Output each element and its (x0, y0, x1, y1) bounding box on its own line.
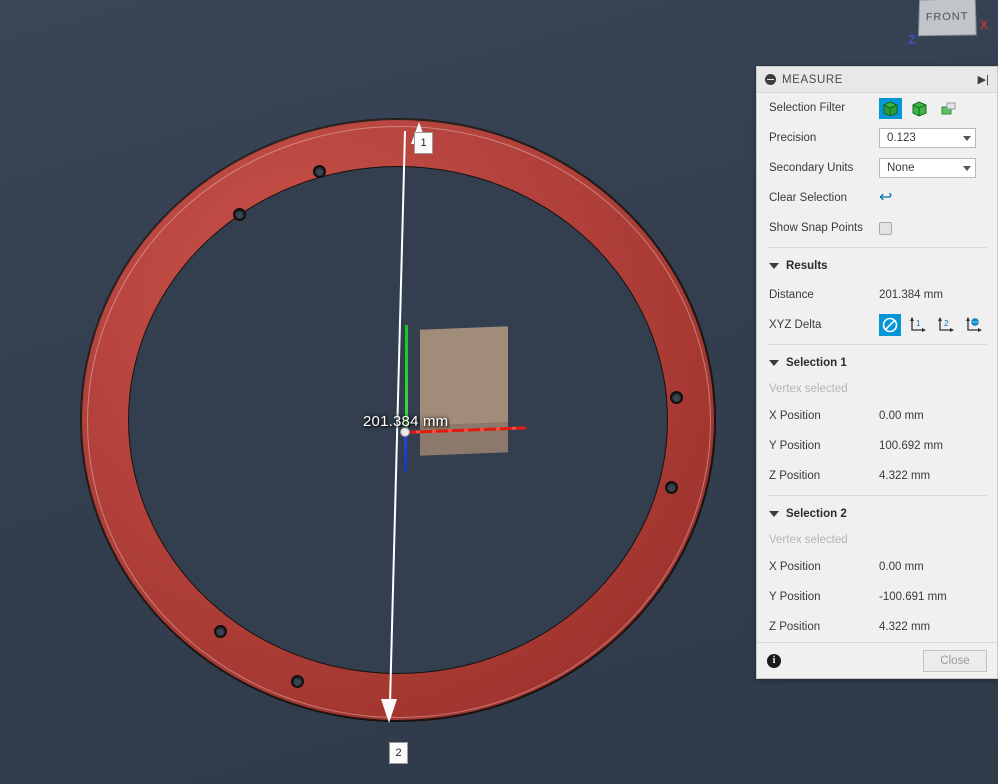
delta-none-icon[interactable] (879, 314, 901, 336)
select-face-filter-icon[interactable] (908, 98, 931, 119)
clear-selection-label: Clear Selection (769, 192, 879, 204)
distance-value: 201.384 mm (879, 289, 943, 301)
bolt-hole[interactable] (665, 481, 678, 494)
selection-2-x-value: 0.00 mm (879, 561, 924, 573)
chevron-down-icon (963, 136, 971, 141)
selection-1-note: Vertex selected (757, 377, 997, 401)
selection-2-section-header[interactable]: Selection 2 (757, 500, 997, 528)
selection-2-x-label: X Position (769, 561, 879, 573)
selection-2-z-label: Z Position (769, 621, 879, 633)
application-window: 1 2 201.384 mm FRONT Z X MEASURE ▶| Sele… (0, 0, 998, 784)
selection-2-section-title: Selection 2 (786, 508, 847, 520)
selection-2-y-label: Y Position (769, 591, 879, 603)
table-row: Y Position 100.692 mm (757, 431, 997, 461)
delta-selection-2-icon[interactable]: 2 (935, 314, 957, 336)
secondary-units-label: Secondary Units (769, 162, 879, 174)
pin-icon[interactable]: ▶| (978, 73, 989, 86)
collapse-icon[interactable] (765, 74, 776, 85)
info-icon[interactable]: i (767, 654, 781, 668)
measurement-marker-1[interactable]: 1 (414, 132, 433, 154)
delta-selection-1-icon[interactable]: 1 (907, 314, 929, 336)
distance-label: Distance (769, 289, 879, 301)
secondary-units-dropdown[interactable]: None (879, 158, 976, 178)
origin-plane-front[interactable] (420, 326, 508, 425)
chevron-down-icon (769, 511, 779, 517)
measure-dialog-body: Selection Filter (757, 93, 997, 642)
divider (767, 344, 987, 345)
bolt-hole[interactable] (313, 165, 326, 178)
table-row: X Position 0.00 mm (757, 552, 997, 582)
show-snap-points-row: Show Snap Points (757, 213, 997, 243)
show-snap-points-checkbox[interactable] (879, 222, 892, 235)
svg-text:2: 2 (944, 319, 949, 328)
undo-arrow-icon[interactable]: ↩ (879, 190, 892, 206)
selection-filter-controls (879, 98, 960, 119)
measure-dialog-title: MEASURE (782, 74, 978, 86)
measure-dialog-footer: i Close (757, 642, 997, 678)
bolt-hole[interactable] (214, 625, 227, 638)
select-body-filter-icon[interactable] (879, 98, 902, 119)
chevron-down-icon (963, 166, 971, 171)
selection-1-y-label: Y Position (769, 440, 879, 452)
distance-row: Distance 201.384 mm (757, 280, 997, 310)
bolt-hole[interactable] (291, 675, 304, 688)
xyz-delta-row: XYZ Delta 1 (757, 310, 997, 340)
selection-filter-label: Selection Filter (769, 102, 879, 114)
view-cube-face-label: FRONT (926, 11, 969, 24)
table-row: Z Position 4.322 mm (757, 461, 997, 491)
selection-1-z-label: Z Position (769, 470, 879, 482)
table-row: X Position 0.00 mm (757, 401, 997, 431)
svg-text:1: 1 (916, 319, 921, 328)
selection-1-y-value: 100.692 mm (879, 440, 943, 452)
xyz-delta-label: XYZ Delta (769, 319, 879, 331)
measure-dialog-header[interactable]: MEASURE ▶| (757, 67, 997, 93)
selection-filter-row: Selection Filter (757, 93, 997, 123)
precision-value: 0.123 (887, 132, 963, 144)
view-cube[interactable]: FRONT (918, 0, 977, 36)
measurement-dimension-label: 201.384 mm (363, 413, 448, 430)
selection-2-y-value: -100.691 mm (879, 591, 947, 603)
divider (767, 247, 987, 248)
delta-world-icon[interactable] (963, 314, 985, 336)
selection-1-section-title: Selection 1 (786, 357, 847, 369)
xyz-delta-controls: 1 2 (879, 314, 985, 336)
secondary-units-row: Secondary Units None (757, 153, 997, 183)
selection-1-section-header[interactable]: Selection 1 (757, 349, 997, 377)
selection-1-x-label: X Position (769, 410, 879, 422)
selection-2-z-value: 4.322 mm (879, 621, 930, 633)
bolt-hole[interactable] (233, 208, 246, 221)
table-row: Z Position 4.322 mm (757, 612, 997, 642)
table-row: Y Position -100.691 mm (757, 582, 997, 612)
results-section-title: Results (786, 260, 828, 272)
bolt-hole[interactable] (670, 391, 683, 404)
selection-2-note: Vertex selected (757, 528, 997, 552)
show-snap-points-label: Show Snap Points (769, 222, 879, 234)
precision-dropdown[interactable]: 0.123 (879, 128, 976, 148)
chevron-down-icon (769, 263, 779, 269)
precision-label: Precision (769, 132, 879, 144)
axis-z-blue (404, 432, 407, 472)
precision-row: Precision 0.123 (757, 123, 997, 153)
selection-1-x-value: 0.00 mm (879, 410, 924, 422)
axis-triad-z-label: Z (908, 32, 916, 47)
secondary-units-value: None (887, 162, 963, 174)
chevron-down-icon (769, 360, 779, 366)
axis-triad-x-label: X (980, 18, 988, 32)
measurement-marker-2[interactable]: 2 (389, 742, 408, 764)
measurement-arrow-bottom (381, 699, 397, 723)
divider (767, 495, 987, 496)
selection-1-z-value: 4.322 mm (879, 470, 930, 482)
close-button[interactable]: Close (923, 650, 987, 672)
measure-dialog: MEASURE ▶| Selection Filter (756, 66, 998, 679)
clear-selection-row: Clear Selection ↩ (757, 183, 997, 213)
select-sketch-filter-icon[interactable] (937, 98, 960, 119)
results-section-header[interactable]: Results (757, 252, 997, 280)
